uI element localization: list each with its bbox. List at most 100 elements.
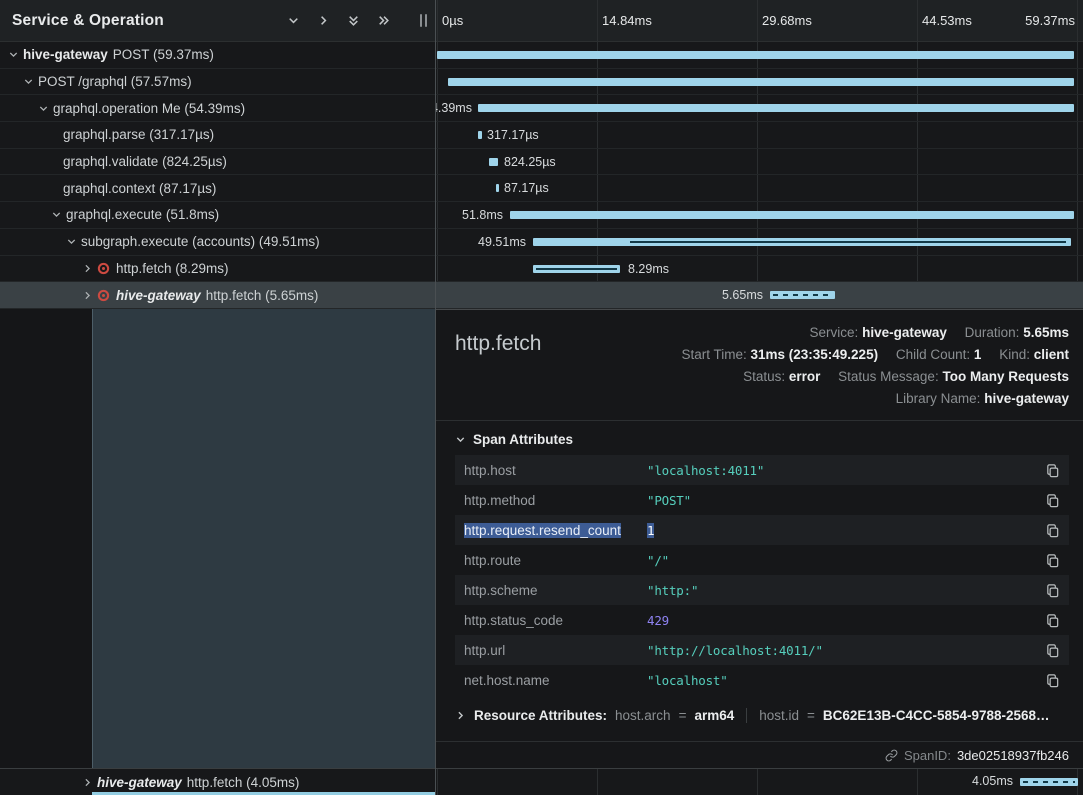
resource-attributes-title: Resource Attributes:: [474, 708, 607, 723]
tree-row[interactable]: subgraph.execute (accounts) (49.51ms): [0, 229, 435, 256]
tree-row[interactable]: graphql.parse (317.17µs): [0, 122, 435, 149]
span-duration-bar[interactable]: [478, 131, 482, 139]
span-duration-bar[interactable]: [533, 265, 620, 273]
chevron-down-icon[interactable]: [287, 14, 300, 27]
grid-line: [437, 769, 438, 795]
span-detail-panel: http.fetch Service: hive-gateway Duratio…: [436, 309, 1083, 768]
attribute-row: http.url "http://localhost:4011/": [455, 635, 1069, 665]
tree-row[interactable]: hive-gateway POST (59.37ms): [0, 42, 435, 69]
attribute-key: net.host.name: [464, 673, 647, 688]
span-service-name: hive-gateway: [116, 288, 201, 303]
span-attributes-toggle[interactable]: Span Attributes: [436, 421, 1083, 455]
attribute-row: net.host.name "localhost": [455, 665, 1069, 695]
timeline-row: 49.51ms: [436, 229, 1083, 256]
tree-row[interactable]: graphql.context (87.17µs): [0, 175, 435, 202]
chevron-down-icon[interactable]: [66, 236, 77, 247]
span-duration-bar[interactable]: [770, 291, 835, 299]
span-duration-bar[interactable]: [478, 104, 1074, 112]
divider: [746, 708, 747, 723]
copy-icon[interactable]: [1045, 613, 1060, 628]
attribute-key: http.request.resend_count: [464, 523, 621, 538]
chevron-down-icon[interactable]: [23, 76, 34, 87]
span-duration-bar[interactable]: [1020, 778, 1078, 786]
meta-line: Library Name: hive-gateway: [681, 388, 1069, 410]
timeline-row: 824.25µs: [436, 149, 1083, 176]
status-value: error: [789, 369, 821, 384]
copy-icon[interactable]: [1045, 583, 1060, 598]
double-chevron-right-icon[interactable]: [377, 14, 390, 27]
tree-row[interactable]: POST /graphql (57.57ms): [0, 69, 435, 96]
duration-label: 5.65ms: [722, 288, 763, 302]
span-id-label: SpanID:: [904, 748, 951, 763]
chevron-right-icon[interactable]: [82, 263, 93, 274]
timeline-bottom-row: 4.05ms: [436, 768, 1083, 795]
chevron-right-icon[interactable]: [82, 777, 93, 788]
copy-icon[interactable]: [1045, 493, 1060, 508]
span-attributes-title: Span Attributes: [473, 432, 573, 447]
attribute-row: http.status_code 429: [455, 605, 1069, 635]
span-operation-label: graphql.validate (824.25µs): [63, 154, 227, 169]
timeline-tick-label: 0µs: [442, 13, 463, 28]
attribute-value: 1: [647, 523, 654, 538]
tree-row[interactable]: graphql.execute (51.8ms): [0, 202, 435, 229]
attribute-value: "localhost": [647, 673, 1037, 688]
span-operation-label: POST (59.37ms): [113, 47, 214, 62]
status-label: Status:: [743, 369, 785, 384]
span-operation-label: POST /graphql (57.57ms): [38, 74, 192, 89]
timeline-row: 87.17µs: [436, 175, 1083, 202]
chevron-down-icon[interactable]: [51, 209, 62, 220]
timeline-tick-label: 44.53ms: [922, 13, 972, 28]
attribute-row: http.route "/": [455, 545, 1069, 575]
double-chevron-down-icon[interactable]: [347, 14, 360, 27]
copy-icon[interactable]: [1045, 553, 1060, 568]
span-duration-bar[interactable]: [510, 211, 1074, 219]
error-status-icon: [97, 289, 110, 302]
meta-line: Start Time: 31ms (23:35:49.225) Child Co…: [681, 344, 1069, 366]
span-operation-label: graphql.parse (317.17µs): [63, 127, 214, 142]
timeline-row: 317.17µs: [436, 122, 1083, 149]
attribute-value: "http:": [647, 583, 1037, 598]
error-status-icon: [97, 262, 110, 275]
grid-line: [757, 769, 758, 795]
chevron-down-icon[interactable]: [38, 103, 49, 114]
service-label: Service:: [810, 325, 859, 340]
tree-row[interactable]: graphql.validate (824.25µs): [0, 149, 435, 176]
chevron-right-icon[interactable]: [82, 290, 93, 301]
copy-icon[interactable]: [1045, 673, 1060, 688]
attribute-row: http.method "POST": [455, 485, 1069, 515]
tree-row-selected[interactable]: hive-gateway http.fetch (5.65ms): [0, 282, 435, 309]
selected-subtree-area: [92, 309, 435, 768]
meta-line: Service: hive-gateway Duration: 5.65ms: [681, 322, 1069, 344]
attributes-table: http.host "localhost:4011" http.method "…: [455, 455, 1069, 695]
span-duration-bar[interactable]: [489, 158, 498, 166]
panel-resize-handle[interactable]: [420, 14, 427, 27]
span-duration-bar[interactable]: [448, 78, 1074, 86]
timeline-ruler: 0µs 14.84ms 29.68ms 44.53ms 59.37ms: [436, 0, 1083, 42]
span-tree-panel: Service & Operation hive-gateway: [0, 0, 436, 795]
duration-label: 4.05ms: [972, 774, 1013, 788]
chevron-right-icon[interactable]: [317, 14, 330, 27]
attribute-key: http.scheme: [464, 583, 647, 598]
chevron-down-icon[interactable]: [8, 49, 19, 60]
copy-icon[interactable]: [1045, 463, 1060, 478]
resource-attributes-toggle[interactable]: Resource Attributes: host.arch = arm64 h…: [436, 695, 1083, 723]
span-duration-bar[interactable]: [437, 51, 1074, 59]
service-operation-header: Service & Operation: [0, 0, 435, 42]
timeline-row: [436, 69, 1083, 96]
span-duration-bar[interactable]: [496, 184, 499, 192]
span-operation-label: subgraph.execute (accounts) (49.51ms): [81, 234, 320, 249]
span-duration-bar[interactable]: [533, 238, 1071, 246]
span-metadata: Service: hive-gateway Duration: 5.65ms S…: [681, 322, 1069, 410]
tree-row[interactable]: http.fetch (8.29ms): [0, 256, 435, 283]
link-icon[interactable]: [885, 749, 898, 762]
timeline-row: 8.29ms: [436, 256, 1083, 283]
service-value: hive-gateway: [862, 325, 947, 340]
timeline-row: 54.39ms: [436, 95, 1083, 122]
copy-icon[interactable]: [1045, 643, 1060, 658]
tree-row[interactable]: graphql.operation Me (54.39ms): [0, 95, 435, 122]
chevron-right-icon: [455, 710, 466, 721]
copy-icon[interactable]: [1045, 523, 1060, 538]
duration-label: 51.8ms: [462, 208, 503, 222]
child-count-value: 1: [974, 347, 982, 362]
kind-label: Kind:: [999, 347, 1030, 362]
